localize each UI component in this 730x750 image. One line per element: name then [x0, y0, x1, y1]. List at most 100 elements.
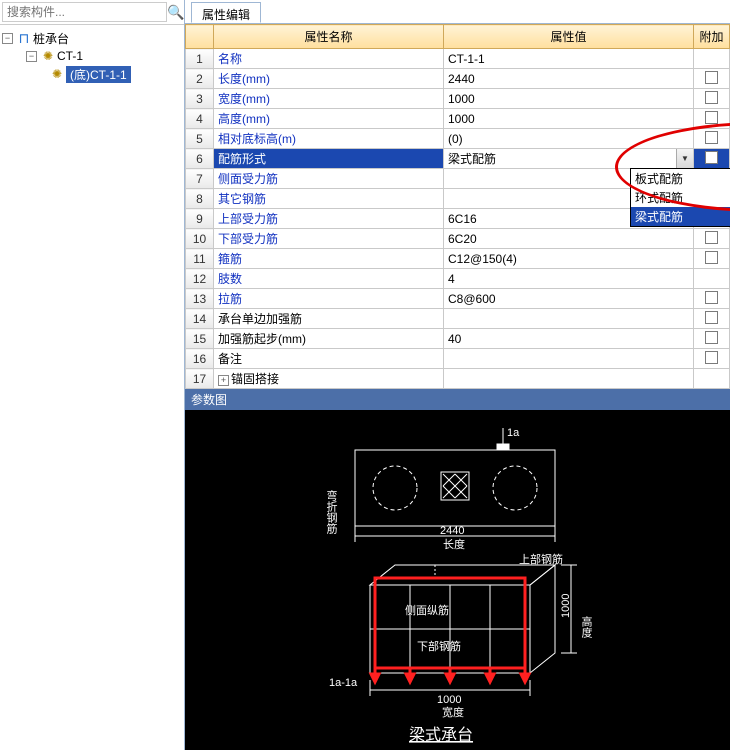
checkbox[interactable] — [705, 71, 718, 84]
attribute-value[interactable]: CT-1-1 — [444, 49, 694, 69]
row-number: 16 — [186, 349, 214, 369]
attribute-name: 宽度(mm) — [214, 89, 444, 109]
checkbox[interactable] — [705, 331, 718, 344]
extra-checkbox-cell — [694, 49, 730, 69]
rebar-type-dropdown[interactable]: 板式配筋环式配筋梁式配筋 — [630, 168, 730, 227]
extra-checkbox-cell — [694, 149, 730, 169]
row-number: 2 — [186, 69, 214, 89]
property-row[interactable]: 17+锚固搭接 — [186, 369, 730, 389]
fold-rebar-label: 弯折钢筋 — [325, 489, 338, 535]
search-icon[interactable]: 🔍 — [167, 2, 184, 22]
attribute-name: 加强筋起步(mm) — [214, 329, 444, 349]
tab-properties[interactable]: 属性编辑 — [191, 2, 261, 23]
attribute-name: 箍筋 — [214, 249, 444, 269]
row-number: 15 — [186, 329, 214, 349]
extra-checkbox-cell — [694, 109, 730, 129]
attribute-value[interactable] — [444, 309, 694, 329]
length-value: 2440 — [440, 525, 464, 537]
row-number: 8 — [186, 189, 214, 209]
attribute-value[interactable]: 6C20 — [444, 229, 694, 249]
extra-checkbox-cell — [694, 369, 730, 389]
attribute-value[interactable]: 1000 — [444, 109, 694, 129]
section-label: 1a-1a — [329, 677, 358, 689]
property-row[interactable]: 14承台单边加强筋 — [186, 309, 730, 329]
checkbox[interactable] — [705, 351, 718, 364]
attribute-name: 长度(mm) — [214, 69, 444, 89]
expand-icon[interactable]: + — [218, 375, 229, 386]
length-label: 长度 — [443, 537, 465, 551]
tree-node-ct11[interactable]: ✺ (底)CT-1-1 — [2, 65, 182, 83]
property-row[interactable]: 13拉筋C8@600 — [186, 289, 730, 309]
checkbox[interactable] — [705, 231, 718, 244]
row-number: 17 — [186, 369, 214, 389]
property-row[interactable]: 1名称CT-1-1 — [186, 49, 730, 69]
dropdown-option[interactable]: 板式配筋 — [631, 169, 730, 188]
height-value: 1000 — [560, 594, 572, 618]
property-row[interactable]: 15加强筋起步(mm)40 — [186, 329, 730, 349]
attribute-value[interactable] — [444, 349, 694, 369]
pile-cap-icon: ⊓ — [17, 31, 31, 45]
checkbox[interactable] — [705, 131, 718, 144]
search-input[interactable] — [2, 2, 167, 22]
bot-rebar-label: 下部钢筋 — [417, 639, 461, 653]
attribute-value[interactable]: C12@150(4) — [444, 249, 694, 269]
dropdown-option[interactable]: 环式配筋 — [631, 188, 730, 207]
checkbox[interactable] — [705, 91, 718, 104]
attribute-name: +锚固搭接 — [214, 369, 444, 389]
property-row[interactable]: 12肢数4 — [186, 269, 730, 289]
section-mark: 1a — [507, 427, 520, 439]
attribute-name: 备注 — [214, 349, 444, 369]
extra-checkbox-cell — [694, 329, 730, 349]
collapse-icon[interactable]: − — [2, 33, 13, 44]
attribute-name: 其它钢筋 — [214, 189, 444, 209]
checkbox[interactable] — [705, 291, 718, 304]
checkbox[interactable] — [705, 151, 718, 164]
row-number: 5 — [186, 129, 214, 149]
row-number: 10 — [186, 229, 214, 249]
top-rebar-label: 上部钢筋 — [519, 552, 563, 566]
parameter-diagram-title: 参数图 — [185, 389, 730, 410]
property-row[interactable]: 3宽度(mm)1000 — [186, 89, 730, 109]
dropdown-option[interactable]: 梁式配筋 — [631, 207, 730, 226]
attribute-name: 拉筋 — [214, 289, 444, 309]
property-row[interactable]: 16备注 — [186, 349, 730, 369]
checkbox[interactable] — [705, 111, 718, 124]
tree-node-ct1[interactable]: − ✺ CT-1 — [2, 47, 182, 65]
attribute-value[interactable]: 1000 — [444, 89, 694, 109]
height-label: 高度 — [580, 615, 593, 639]
property-row[interactable]: 5相对底标高(m)(0) — [186, 129, 730, 149]
checkbox[interactable] — [705, 311, 718, 324]
col-name: 属性名称 — [214, 25, 444, 49]
attribute-name: 配筋形式 — [214, 149, 444, 169]
width-label: 宽度 — [442, 705, 464, 719]
attribute-value[interactable]: (0) — [444, 129, 694, 149]
property-row[interactable]: 10下部受力筋6C20 — [186, 229, 730, 249]
tree-label: CT-1 — [57, 49, 83, 63]
attribute-value[interactable]: 40 — [444, 329, 694, 349]
extra-checkbox-cell — [694, 69, 730, 89]
gear-icon: ✺ — [50, 67, 64, 81]
property-row[interactable]: 11箍筋C12@150(4) — [186, 249, 730, 269]
extra-checkbox-cell — [694, 289, 730, 309]
property-row[interactable]: 4高度(mm)1000 — [186, 109, 730, 129]
collapse-icon[interactable]: − — [26, 51, 37, 62]
attribute-value[interactable] — [444, 369, 694, 389]
attribute-value[interactable]: C8@600 — [444, 289, 694, 309]
width-value: 1000 — [437, 694, 461, 706]
row-number: 14 — [186, 309, 214, 329]
attribute-value[interactable]: 梁式配筋▼ — [444, 149, 694, 169]
extra-checkbox-cell — [694, 89, 730, 109]
property-row[interactable]: 2长度(mm)2440 — [186, 69, 730, 89]
chevron-down-icon[interactable]: ▼ — [676, 149, 693, 168]
attribute-value[interactable]: 2440 — [444, 69, 694, 89]
checkbox[interactable] — [705, 251, 718, 264]
tree-node-root[interactable]: − ⊓ 桩承台 — [2, 29, 182, 47]
row-number: 13 — [186, 289, 214, 309]
attribute-value[interactable]: 4 — [444, 269, 694, 289]
property-row[interactable]: 6配筋形式梁式配筋▼ — [186, 149, 730, 169]
attribute-name: 名称 — [214, 49, 444, 69]
gear-icon: ✺ — [41, 49, 55, 63]
attribute-name: 肢数 — [214, 269, 444, 289]
component-tree: − ⊓ 桩承台 − ✺ CT-1 ✺ (底)CT-1-1 — [0, 25, 184, 87]
attribute-name: 侧面受力筋 — [214, 169, 444, 189]
